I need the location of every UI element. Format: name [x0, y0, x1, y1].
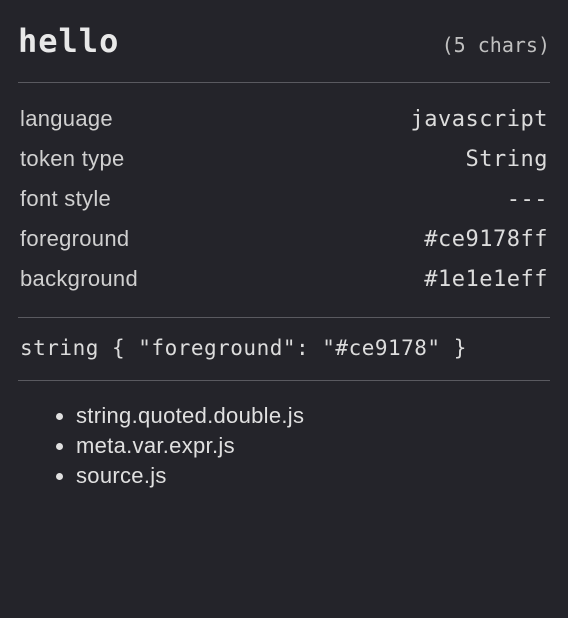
prop-row-font-style: font style ---	[18, 179, 550, 219]
prop-value: ---	[507, 187, 548, 212]
token-properties: language javascript token type String fo…	[18, 83, 550, 317]
prop-label: token type	[20, 146, 125, 172]
theme-rule: string { "foreground": "#ce9178" }	[18, 318, 550, 380]
prop-label: language	[20, 106, 113, 132]
token-header: hello (5 chars)	[18, 22, 550, 82]
prop-label: foreground	[20, 226, 129, 252]
prop-value: #ce9178ff	[424, 227, 548, 252]
prop-value: javascript	[411, 107, 548, 132]
token-text: hello	[18, 22, 119, 60]
scope-item: meta.var.expr.js	[76, 431, 550, 461]
prop-value: String	[466, 147, 548, 172]
char-count: (5 chars)	[442, 33, 550, 57]
scope-item: string.quoted.double.js	[76, 401, 550, 431]
textmate-scopes: string.quoted.double.js meta.var.expr.js…	[18, 381, 550, 491]
prop-value: #1e1e1eff	[424, 267, 548, 292]
prop-row-language: language javascript	[18, 99, 550, 139]
prop-row-background: background #1e1e1eff	[18, 259, 550, 299]
scope-list: string.quoted.double.js meta.var.expr.js…	[76, 401, 550, 491]
prop-label: background	[20, 266, 138, 292]
prop-row-token-type: token type String	[18, 139, 550, 179]
scope-item: source.js	[76, 461, 550, 491]
prop-label: font style	[20, 186, 111, 212]
prop-row-foreground: foreground #ce9178ff	[18, 219, 550, 259]
